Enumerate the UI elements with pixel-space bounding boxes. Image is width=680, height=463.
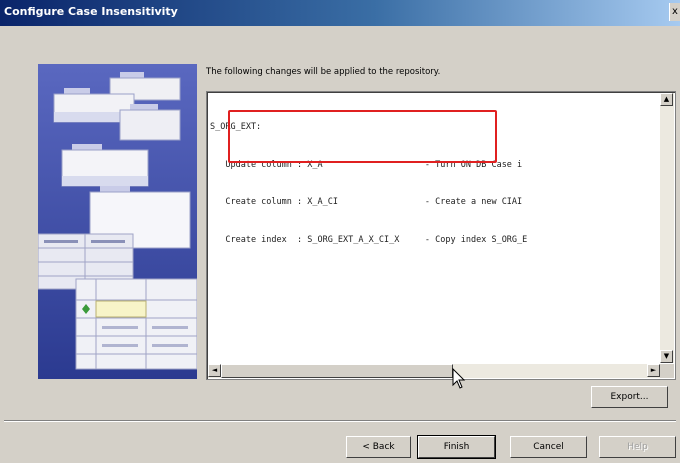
highlight-annotation-box: [228, 110, 497, 163]
window-title: Configure Case Insensitivity: [4, 5, 178, 18]
title-bar[interactable]: Configure Case Insensitivity x: [0, 0, 680, 26]
scroll-left-arrow-icon: ◄: [211, 366, 218, 374]
back-button[interactable]: < Back: [346, 436, 411, 458]
finish-button[interactable]: Finish: [417, 435, 496, 459]
scrollbar-corner: [660, 364, 674, 378]
close-button[interactable]: x: [669, 3, 680, 21]
scroll-up-arrow-icon: ▲: [663, 95, 670, 103]
close-icon: x: [672, 6, 678, 17]
help-button: Help: [599, 436, 676, 458]
cancel-button[interactable]: Cancel: [510, 436, 587, 458]
scroll-right-button[interactable]: ►: [647, 364, 660, 377]
scroll-up-button[interactable]: ▲: [660, 93, 673, 106]
code-line: Create column : X_A_CI - Create a new CI…: [210, 197, 523, 207]
vertical-scrollbar[interactable]: ▲ ▼: [660, 93, 674, 363]
folder-icon: [61, 144, 149, 187]
intro-text: The following changes will be applied to…: [206, 67, 441, 77]
wizard-illustration: [38, 64, 197, 379]
scroll-right-arrow-icon: ►: [650, 366, 657, 374]
separator-line: [4, 420, 676, 422]
mouse-pointer-icon: [452, 368, 466, 389]
table-graphic: [75, 278, 197, 370]
horizontal-scrollbar[interactable]: ◄ ►: [208, 364, 660, 378]
scroll-down-arrow-icon: ▼: [663, 352, 670, 360]
scroll-left-button[interactable]: ◄: [208, 364, 221, 377]
export-button[interactable]: Export...: [591, 386, 668, 408]
scroll-down-button[interactable]: ▼: [660, 350, 673, 363]
configure-case-insensitivity-dialog: Configure Case Insensitivity x The follo…: [0, 0, 680, 463]
code-line: Create index : S_ORG_EXT_A_X_CI_X - Copy…: [210, 234, 528, 245]
horizontal-scroll-thumb[interactable]: [221, 364, 453, 378]
